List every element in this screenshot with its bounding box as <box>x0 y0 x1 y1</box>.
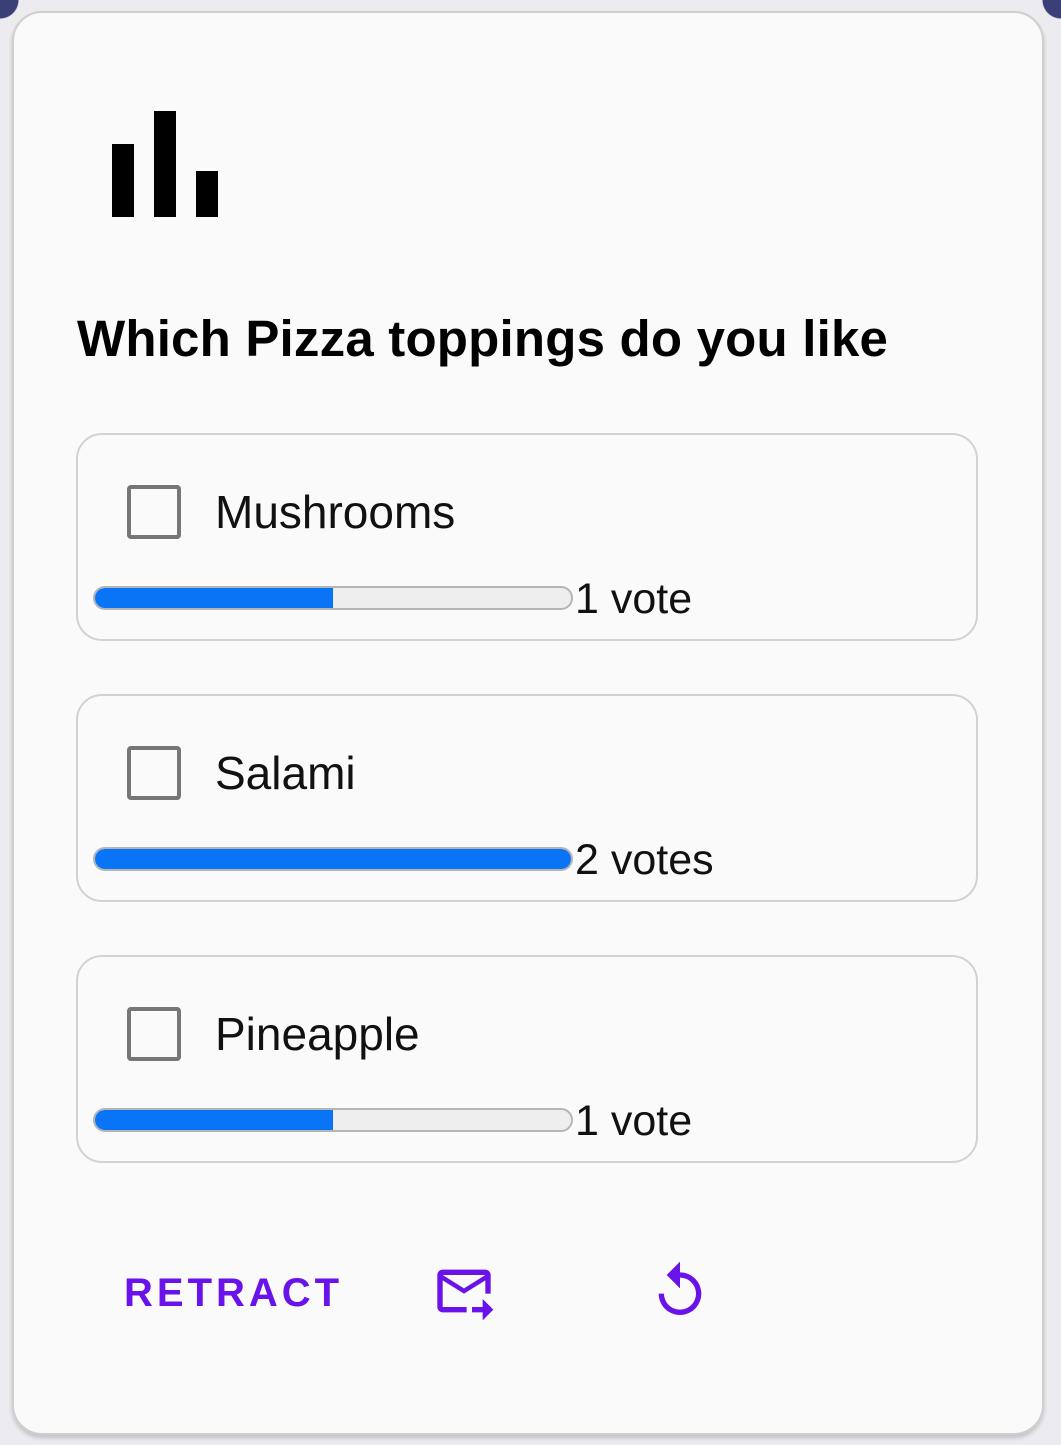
poll-option-salami[interactable]: Salami 2 votes <box>76 694 978 902</box>
vote-progress-fill <box>95 1110 333 1130</box>
option-label: Mushrooms <box>215 486 456 538</box>
vote-count: 1 vote <box>575 575 693 623</box>
option-checkbox[interactable] <box>127 746 181 800</box>
poll-actions: RETRACT <box>14 1253 1042 1333</box>
vote-progress-fill <box>95 849 571 869</box>
vote-progress-fill <box>95 588 333 608</box>
poll-card: Which Pizza toppings do you like Mushroo… <box>12 11 1044 1435</box>
refresh-icon <box>658 1261 702 1315</box>
poll-option-mushrooms[interactable]: Mushrooms 1 vote <box>76 433 978 641</box>
vote-progress-bar <box>93 1108 573 1132</box>
poll-option-pineapple[interactable]: Pineapple 1 vote <box>76 955 978 1163</box>
vote-progress-bar <box>93 586 573 610</box>
vote-count: 1 vote <box>575 1097 693 1145</box>
retract-button[interactable]: RETRACT <box>124 1271 343 1316</box>
refresh-button[interactable] <box>648 1259 712 1323</box>
vote-progress-bar <box>93 847 573 871</box>
option-label: Pineapple <box>215 1008 420 1060</box>
option-label: Salami <box>215 747 356 799</box>
forward-email-icon <box>437 1269 494 1321</box>
poll-icon <box>112 111 218 217</box>
poll-question: Which Pizza toppings do you like <box>77 310 889 367</box>
forward-email-button[interactable] <box>432 1259 496 1323</box>
option-checkbox[interactable] <box>127 485 181 539</box>
vote-count: 2 votes <box>575 836 714 884</box>
option-checkbox[interactable] <box>127 1007 181 1061</box>
